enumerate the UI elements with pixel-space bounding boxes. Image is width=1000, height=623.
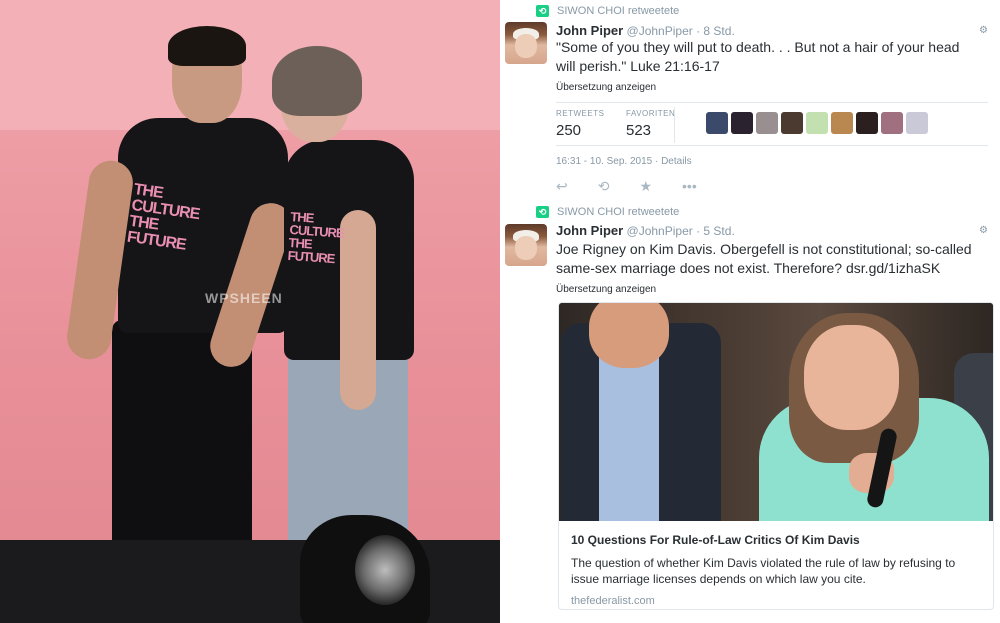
favoriter-avatars [706,112,928,134]
favorite-count[interactable]: FAVORITEN 523 [626,109,675,139]
photo-watermark: WPSHEEN [205,290,283,306]
translate-link[interactable]: Übersetzung anzeigen [556,284,656,295]
tweet-time[interactable]: · 5 Std. [696,224,735,238]
link-card[interactable]: 10 Questions For Rule-of-Law Critics Of … [558,302,994,610]
tweet-timeline: ⟲ SIWON CHOI retweetete John Piper @John… [500,0,1000,623]
card-image[interactable] [559,303,993,521]
tweet-menu-icon[interactable]: ⚙ [979,225,988,236]
favoriter-avatar[interactable] [781,112,803,134]
tweet-text: "Some of you they will put to death. . .… [556,39,960,74]
tweet-text: Joe Rigney on Kim Davis. Obergefell is n… [556,240,976,278]
avatar[interactable] [505,224,547,266]
tweet-actions: ↩ ⟲ ★ ••• [556,178,697,195]
person-left-hair [168,26,246,66]
stage-light-lens [355,535,415,605]
retweet-count[interactable]: RETWEETS 250 [556,109,604,139]
favoriter-avatar[interactable] [806,112,828,134]
tweet-stats: RETWEETS 250 FAVORITEN 523 [556,102,988,146]
favorite-icon[interactable]: ★ [639,178,652,195]
favorites-value: 523 [626,122,652,139]
favorites-label: FAVORITEN [626,109,676,118]
favoriter-avatar[interactable] [831,112,853,134]
author-handle[interactable]: @JohnPiper [627,224,693,238]
author-name[interactable]: John Piper [556,23,623,38]
favoriter-avatar[interactable] [906,112,928,134]
translate-link[interactable]: Übersetzung anzeigen [556,82,656,93]
favoriter-avatar[interactable] [856,112,878,134]
tweet-timestamp[interactable]: 16:31 - 10. Sep. 2015 · Details [556,156,692,167]
card-body: 10 Questions For Rule-of-Law Critics Of … [559,521,993,609]
shirt-print-right: THE CULTURE THE FUTURE [287,208,345,267]
retweets-label: RETWEETS [556,109,605,118]
tweet-1[interactable]: ⟲ SIWON CHOI retweetete John Piper @John… [500,0,1000,200]
card-man-face [589,303,669,368]
retweet-icon: ⟲ [536,5,549,17]
retweet-icon: ⟲ [536,206,549,218]
tweet-header: John Piper @JohnPiper · 5 Std. [556,223,735,238]
more-icon[interactable]: ••• [682,178,697,195]
card-woman-face [804,325,899,430]
pink-wall [0,0,500,130]
card-man-shirt [599,343,659,521]
retweet-context: ⟲ SIWON CHOI retweetete [536,206,679,218]
retweet-icon[interactable]: ⟲ [598,178,610,195]
tweet-header: John Piper @JohnPiper · 8 Std. [556,23,735,38]
avatar[interactable] [505,22,547,64]
favoriter-avatar[interactable] [731,112,753,134]
stats-divider [674,107,675,143]
retweet-label: SIWON CHOI retweetete [557,5,680,17]
avatar-face [515,34,537,58]
favoriter-avatar[interactable] [756,112,778,134]
author-name[interactable]: John Piper [556,223,623,238]
card-domain[interactable]: thefederalist.com [571,595,983,607]
retweet-label: SIWON CHOI retweetete [557,206,680,218]
favoriter-avatar[interactable] [881,112,903,134]
reply-icon[interactable]: ↩ [556,178,568,195]
card-title[interactable]: 10 Questions For Rule-of-Law Critics Of … [571,533,983,547]
shirt-print-left: THE CULTURE THE FUTURE [125,181,201,254]
favoriter-avatar[interactable] [706,112,728,134]
card-description: The question of whether Kim Davis violat… [571,556,956,586]
avatar-face [515,236,537,260]
tweet-time[interactable]: · 8 Std. [696,24,735,38]
retweet-context: ⟲ SIWON CHOI retweetete [536,5,679,17]
tweet-link[interactable]: dsr.gd/1izhaSK [846,260,940,276]
tweet-menu-icon[interactable]: ⚙ [979,25,988,36]
author-handle[interactable]: @JohnPiper [627,24,693,38]
person-right-hair [272,46,362,116]
retweets-value: 250 [556,122,582,139]
concert-photo: THE CULTURE THE FUTURE THE CULTURE THE F… [0,0,500,623]
